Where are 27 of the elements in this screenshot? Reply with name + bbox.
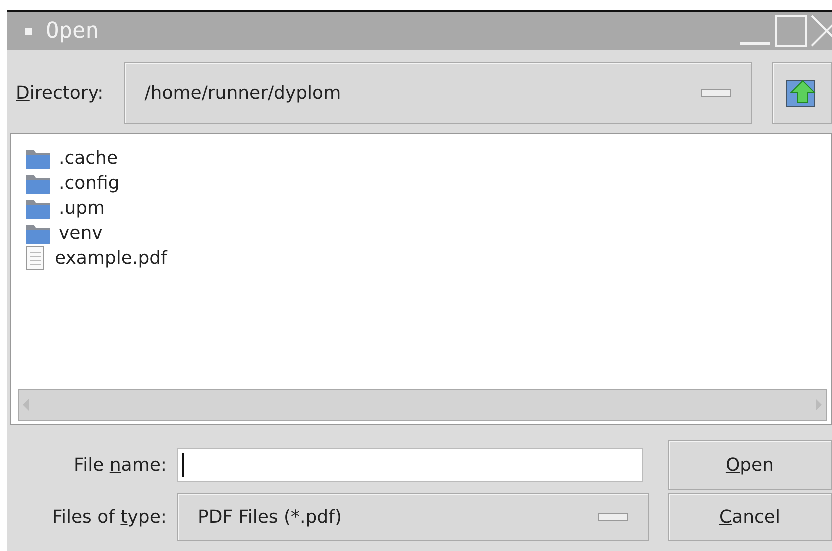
file-item[interactable]: example.pdf <box>25 246 831 271</box>
cancel-button[interactable]: Cancel <box>668 493 832 541</box>
file-name-field[interactable] <box>177 448 643 482</box>
horizontal-scrollbar[interactable] <box>18 389 827 421</box>
directory-combo[interactable]: /home/runner/dyplom <box>124 62 752 124</box>
document-icon <box>25 246 47 272</box>
open-button[interactable]: Open <box>668 440 832 490</box>
file-name-label: File name: <box>73 454 167 476</box>
scroll-left-icon[interactable] <box>22 397 30 413</box>
file-type-label: Files of type: <box>51 506 167 528</box>
folder-icon <box>25 172 51 194</box>
folder-icon <box>25 198 51 220</box>
file-item[interactable]: .cache <box>25 146 831 171</box>
file-type-combo[interactable]: PDF Files (*.pdf) <box>177 493 649 541</box>
file-item[interactable]: .config <box>25 171 831 196</box>
folder-icon <box>25 222 51 244</box>
window-menu-icon[interactable] <box>25 28 32 34</box>
up-folder-button[interactable] <box>772 62 832 124</box>
file-list[interactable]: .cache .config .upm venv example.pdf <box>10 133 832 425</box>
file-item[interactable]: .upm <box>25 196 831 221</box>
close-icon[interactable] <box>810 14 832 48</box>
folder-icon <box>25 148 51 170</box>
maximize-icon[interactable] <box>774 14 808 48</box>
window-title: Open <box>46 18 100 44</box>
file-item[interactable]: venv <box>25 221 831 246</box>
scroll-right-icon[interactable] <box>815 397 823 413</box>
directory-label: Directory: <box>16 82 104 104</box>
